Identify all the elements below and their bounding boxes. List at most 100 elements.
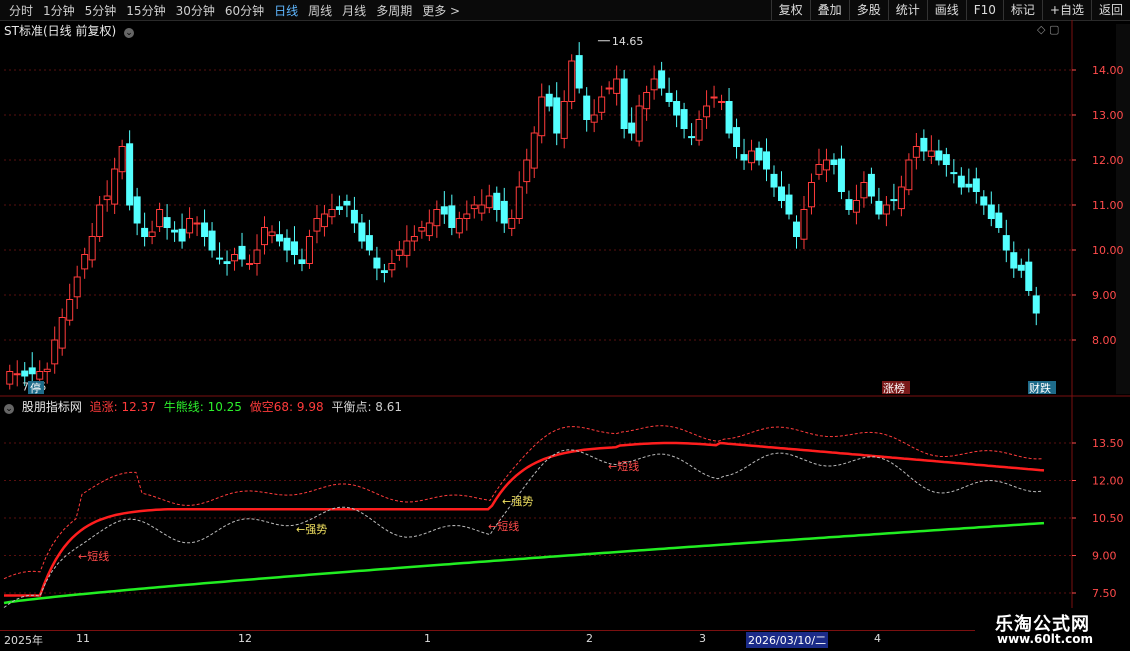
candle-body [21, 370, 29, 377]
candle-body [470, 204, 478, 210]
annotation-short-2: ←短线 [488, 519, 519, 533]
indicator-name: 股朋指标网 [21, 400, 82, 414]
date-label-nov: 11 [76, 632, 90, 645]
candle-body [51, 339, 59, 365]
candle-body [740, 154, 748, 161]
candle-body [118, 146, 126, 173]
candle-body [620, 78, 628, 129]
candle-body [148, 231, 156, 237]
candle-body [201, 222, 209, 237]
candle-body [1032, 295, 1040, 314]
candle-body [358, 222, 366, 242]
price-tick-label: 9.00 [1092, 289, 1117, 302]
candle-body [665, 92, 673, 103]
candle-body [223, 261, 231, 265]
candle-body [111, 168, 119, 205]
candle-body [920, 137, 928, 152]
candle-body [980, 196, 988, 206]
date-label-year: 2025年 [4, 634, 43, 647]
candle-body [890, 199, 898, 202]
date-label-mar: 3 [699, 632, 706, 645]
candle-body [6, 371, 14, 385]
selected-date: 2026/03/10/二 [746, 632, 829, 648]
watermark-url: www.60lt.com [997, 632, 1094, 646]
candle-body [935, 150, 943, 161]
candle-body [635, 105, 643, 142]
stop-tag: 停 [30, 381, 41, 395]
candle-body [553, 97, 561, 134]
candle-body [290, 241, 298, 255]
candle-body [328, 209, 336, 218]
candle-body [763, 151, 771, 170]
indicator-tick-label: 9.00 [1092, 550, 1117, 563]
candle-body [305, 236, 313, 264]
candle-body [388, 263, 396, 271]
candle-body [860, 182, 868, 199]
candle-body [395, 249, 403, 256]
indicator-tick-label: 7.50 [1092, 587, 1117, 600]
main-grid [4, 69, 1072, 594]
candle-body [590, 114, 598, 123]
candle-body [126, 143, 134, 206]
candlestick-chart[interactable]: 14.00 13.00 12.00 11.00 10.00 9.00 8.00 13.50 12… [0, 0, 1130, 630]
candle-body [186, 218, 194, 234]
candle-body [43, 368, 51, 372]
candle-body [36, 371, 44, 380]
date-label-dec: 12 [238, 632, 252, 645]
candle-body [770, 173, 778, 188]
candle-body [673, 101, 681, 116]
price-tick-label: 12.00 [1092, 154, 1124, 167]
candle-body [350, 209, 358, 224]
candle-body [972, 178, 980, 192]
candle-body [1025, 261, 1033, 291]
zhangbang-tag: 涨榜 [883, 381, 905, 395]
watermark: 乐淘公式网 www.60lt.com [975, 608, 1130, 650]
candle-body [208, 230, 216, 251]
candle-body [807, 182, 815, 208]
candle-body [530, 132, 538, 169]
indicator-lines [3, 425, 1045, 608]
candle-body [298, 259, 306, 264]
candle-body [373, 257, 381, 269]
candle-body [433, 209, 441, 227]
indicator-tick-label: 12.00 [1092, 475, 1124, 488]
candle-body [995, 212, 1003, 229]
candle-body [171, 229, 179, 233]
candle-body [658, 70, 666, 89]
candle-body [156, 209, 164, 228]
candle-body [680, 109, 688, 129]
date-axis: 2025年 11 12 1 2 3 2026/03/10/二 4 [0, 630, 1074, 651]
bull-bear-line [3, 521, 1045, 605]
niuxiong-value: 牛熊线: 10.25 [163, 400, 242, 414]
candle-body [598, 96, 606, 113]
candle-body [688, 136, 696, 139]
candle-body [403, 240, 411, 256]
price-tick-label: 10.00 [1092, 244, 1124, 257]
candle-body [538, 96, 546, 137]
candle-body [605, 87, 613, 90]
candle-body [508, 218, 516, 229]
chase-line [4, 441, 1045, 597]
candle-body [216, 257, 224, 260]
candle-body [882, 204, 890, 215]
candle-body [141, 227, 149, 237]
candle-body [425, 222, 433, 237]
candle-body [725, 101, 733, 134]
indicator-settings-icon[interactable]: ⌄ [4, 404, 14, 414]
candle-body [313, 218, 321, 232]
candle-body [28, 367, 36, 375]
candle-body [650, 78, 658, 91]
candle-body [410, 236, 418, 242]
candle-body [268, 231, 276, 237]
candle-body [493, 192, 501, 211]
candle-body [643, 92, 651, 110]
candle-body [455, 218, 463, 234]
indicator-title: ⌄ 股朋指标网 追涨: 12.37 牛熊线: 10.25 做空68: 9.98 … [4, 398, 402, 415]
price-tick-label: 13.00 [1092, 109, 1124, 122]
indicator-tick-label: 13.50 [1092, 437, 1124, 450]
candle-body [1010, 252, 1018, 269]
candle-body [275, 234, 283, 242]
candle-body [830, 159, 838, 165]
candle-body [66, 299, 74, 321]
annotation-strong-1: ←强势 [296, 523, 327, 536]
